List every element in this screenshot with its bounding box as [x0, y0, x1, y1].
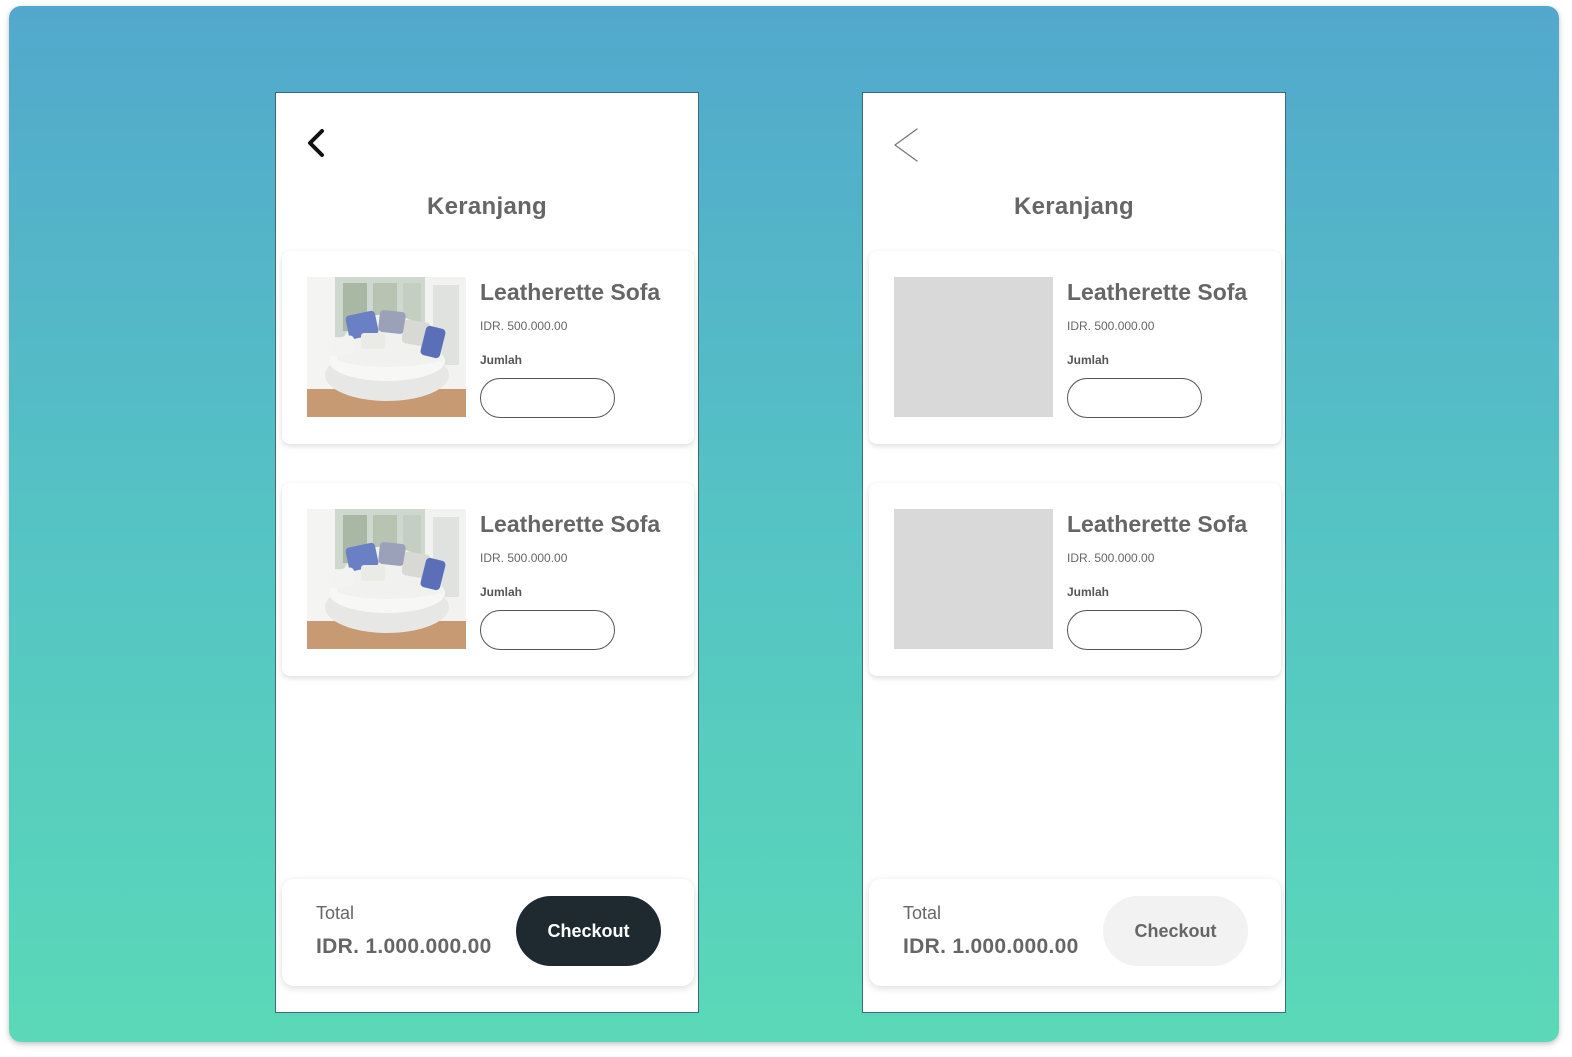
page-title: Keranjang — [426, 193, 548, 220]
product-image — [307, 509, 466, 649]
checkout-button[interactable]: Checkout — [516, 896, 661, 966]
total-label: Total — [316, 903, 355, 923]
chevron-left-icon[interactable] — [302, 123, 336, 163]
product-price: IDR. 500.000.00 — [1067, 319, 1155, 333]
total-label: Total — [903, 903, 942, 923]
cart-screen-wireframe: Keranjang Leatherette Sofa IDR. 500.000.… — [862, 92, 1286, 1013]
cart-item: Leatherette Sofa IDR. 500.000.00 Jumlah — [869, 251, 1281, 444]
product-image-placeholder — [894, 509, 1053, 649]
product-name: Leatherette Sofa — [480, 511, 661, 537]
total-value: IDR. 1.000.000.00 — [316, 935, 492, 958]
quantity-input[interactable] — [480, 378, 615, 418]
cart-screen-hifi: Keranjang Leatherette Sofa IDR. 500.000.… — [275, 92, 699, 1013]
product-name: Leatherette Sofa — [1067, 511, 1248, 537]
checkout-button[interactable]: Checkout — [1103, 896, 1248, 966]
quantity-input[interactable] — [480, 610, 615, 650]
cart-item: Leatherette Sofa IDR. 500.000.00 Jumlah — [869, 483, 1281, 676]
page-title: Keranjang — [1013, 193, 1135, 220]
chevron-left-thin-icon[interactable] — [889, 123, 923, 163]
product-image — [307, 277, 466, 417]
checkout-bar: Total IDR. 1.000.000.00 Checkout — [282, 879, 694, 986]
presentation-canvas: Keranjang Leatherette Sofa IDR. 500.000.… — [9, 6, 1559, 1042]
product-name: Leatherette Sofa — [480, 279, 661, 305]
cart-item: Leatherette Sofa IDR. 500.000.00 Jumlah — [282, 251, 694, 444]
quantity-input[interactable] — [1067, 378, 1202, 418]
quantity-label: Jumlah — [1067, 353, 1110, 367]
quantity-label: Jumlah — [480, 585, 523, 599]
quantity-label: Jumlah — [480, 353, 523, 367]
total-value: IDR. 1.000.000.00 — [903, 935, 1079, 958]
product-price: IDR. 500.000.00 — [1067, 551, 1155, 565]
quantity-input[interactable] — [1067, 610, 1202, 650]
product-name: Leatherette Sofa — [1067, 279, 1248, 305]
product-price: IDR. 500.000.00 — [480, 551, 568, 565]
quantity-label: Jumlah — [1067, 585, 1110, 599]
product-image-placeholder — [894, 277, 1053, 417]
checkout-bar: Total IDR. 1.000.000.00 Checkout — [869, 879, 1281, 986]
product-price: IDR. 500.000.00 — [480, 319, 568, 333]
cart-item: Leatherette Sofa IDR. 500.000.00 Jumlah — [282, 483, 694, 676]
